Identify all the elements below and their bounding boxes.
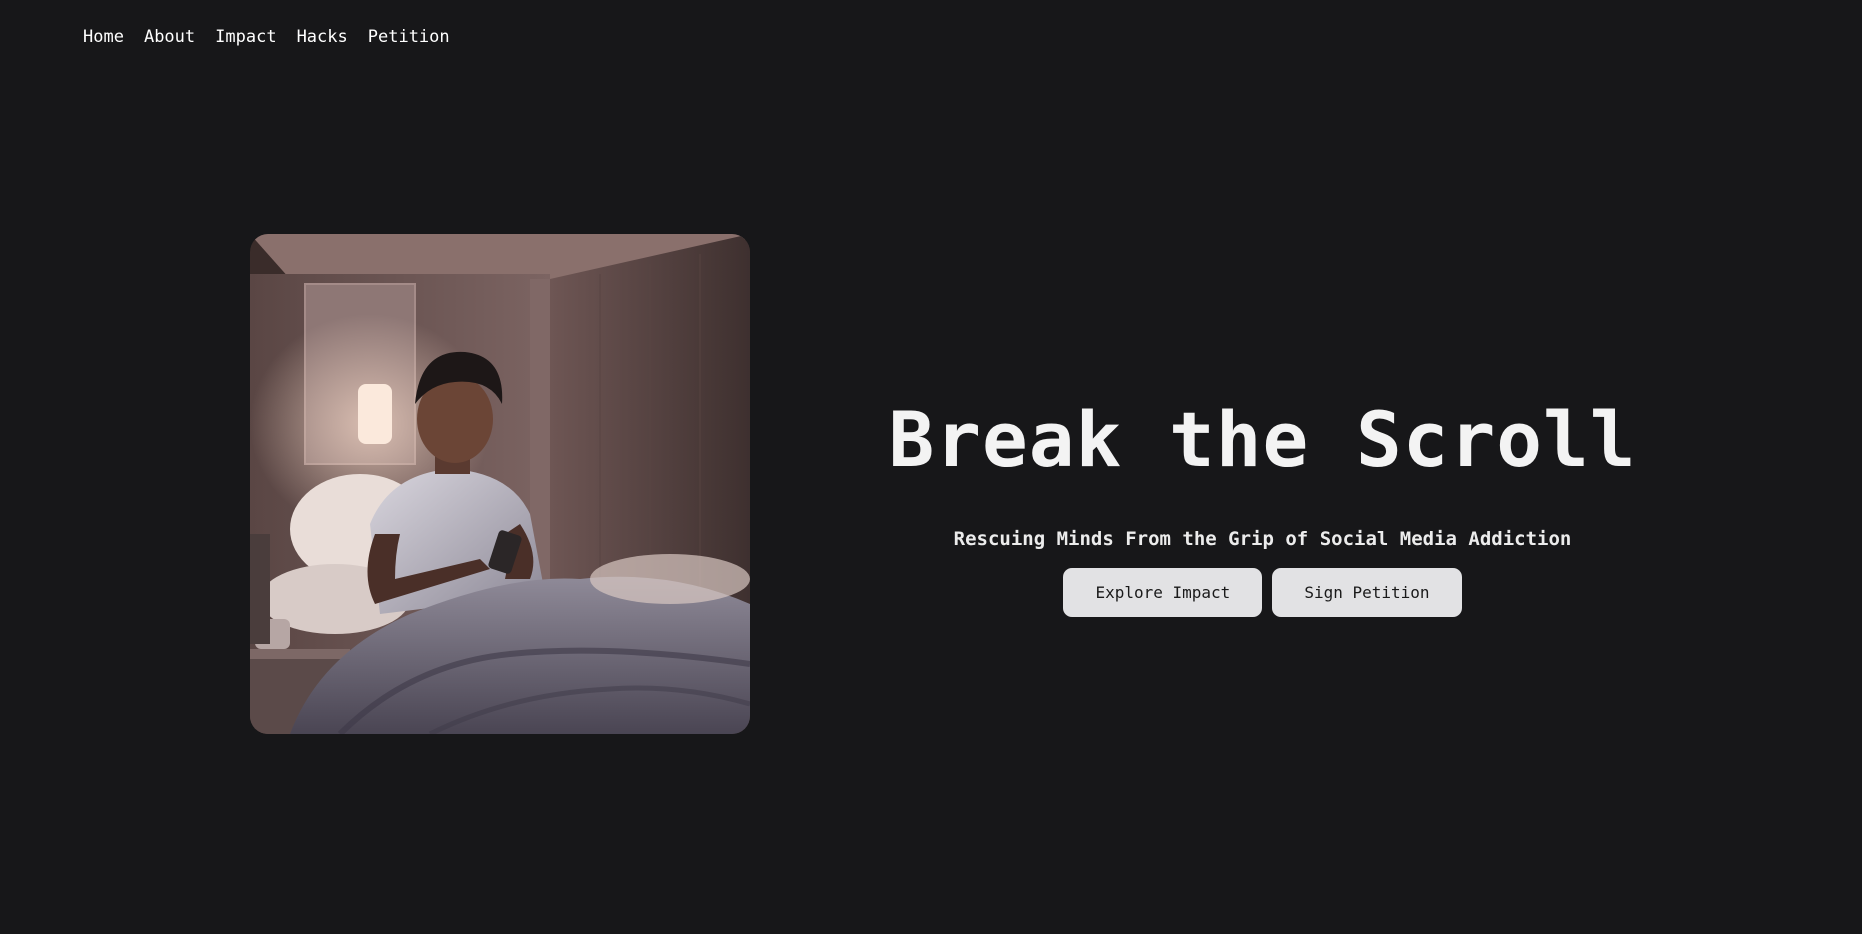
landing-page: Home About Impact Hacks Petition Break t… xyxy=(0,0,1862,934)
nav-petition-link[interactable]: Petition xyxy=(368,24,450,50)
nav-hacks-link[interactable]: Hacks xyxy=(297,24,348,50)
sign-petition-button[interactable]: Sign Petition xyxy=(1272,568,1462,617)
hero-illustration xyxy=(250,234,750,734)
hero-text-block: Break the Scroll Rescuing Minds From the… xyxy=(880,390,1645,617)
teen-on-phone-in-bed-illustration xyxy=(250,234,750,734)
explore-impact-button[interactable]: Explore Impact xyxy=(1063,568,1263,617)
nav-home-link[interactable]: Home xyxy=(83,24,124,50)
top-navigation: Home About Impact Hacks Petition xyxy=(83,24,470,50)
hero-buttons: Explore Impact Sign Petition xyxy=(880,568,1645,617)
nav-impact-link[interactable]: Impact xyxy=(215,24,276,50)
hero-title: Break the Scroll xyxy=(888,395,1637,484)
nav-about-link[interactable]: About xyxy=(144,24,195,50)
hero-subtitle: Rescuing Minds From the Grip of Social M… xyxy=(953,528,1572,550)
